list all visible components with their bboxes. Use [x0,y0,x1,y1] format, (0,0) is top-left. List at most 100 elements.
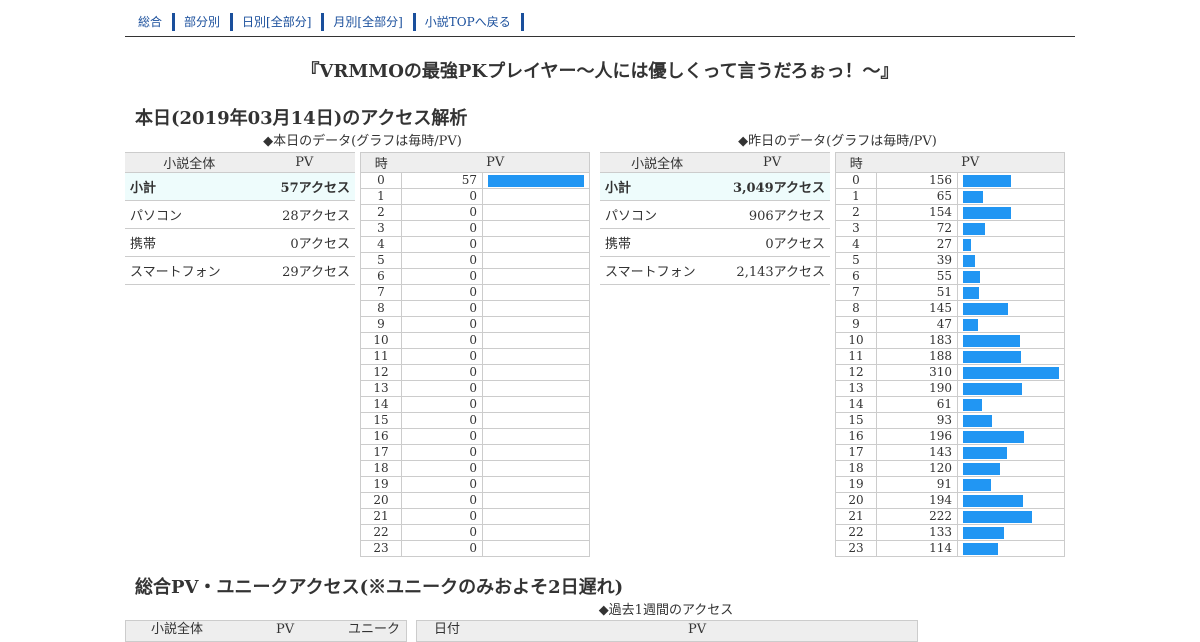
hour-bar-cell [482,236,590,253]
hour-bar [963,270,980,283]
hour-pv-value: 27 [876,236,958,253]
summary-label: スマートフォン [600,256,715,285]
hour-label: 0 [835,172,877,189]
hour-row: 22 0 [360,524,590,541]
hour-pv-value: 120 [876,460,958,477]
hour-label: 9 [360,316,402,333]
week-header-pv: PV [688,622,707,637]
hour-bar-cell [482,412,590,429]
summary-value: 29アクセス [253,256,355,285]
hour-bar [963,478,991,491]
hour-bar-cell [482,220,590,237]
hour-bar-cell [482,380,590,397]
hour-pv-value: 0 [401,332,483,349]
week-header-date: 日付 [434,622,461,637]
hour-pv-value: 0 [401,540,483,557]
hour-bar [963,302,1008,315]
nav-daily-all[interactable]: 日別[全部分] [233,13,325,31]
summary-label: 携帯 [125,228,254,257]
hour-bar-cell [957,268,1065,285]
summary-value: 3,049アクセス [714,172,830,201]
hour-bar [963,510,1032,523]
summary-row: 小計 57アクセス [125,172,355,201]
hour-bar-cell [482,460,590,477]
hour-pv-value: 0 [401,492,483,509]
hour-row: 7 51 [835,284,1065,301]
hour-label: 11 [360,348,402,365]
hour-bar-cell [957,348,1065,365]
hour-label: 4 [360,236,402,253]
hour-row: 15 0 [360,412,590,429]
hour-row: 6 55 [835,268,1065,285]
hour-bar-cell [482,172,590,189]
summary-row: 携帯 0アクセス [125,228,355,257]
hour-pv-value: 310 [876,364,958,381]
hour-row: 17 0 [360,444,590,461]
hour-bar [963,462,1000,475]
hour-row: 12 310 [835,364,1065,381]
hour-bar-cell [957,396,1065,413]
hour-bar-cell [482,316,590,333]
hour-bar [963,398,982,411]
hour-row: 14 0 [360,396,590,413]
hour-label: 3 [835,220,877,237]
nav-overall[interactable]: 総合 [129,13,176,31]
hour-label: 8 [360,300,402,317]
hour-row: 60 [360,268,590,285]
hour-pv-value: 51 [876,284,958,301]
hour-label: 14 [835,396,877,413]
hour-pv-value: 114 [876,540,958,557]
hour-pv-value: 194 [876,492,958,509]
hour-bar [963,334,1020,347]
hour-label: 20 [360,492,402,509]
total-header-unique: ユニーク [348,622,401,637]
hour-row: 70 [360,284,590,301]
hour-bar-cell [482,348,590,365]
hour-label: 13 [360,380,402,397]
hour-row: 13 0 [360,380,590,397]
hour-pv-value: 0 [401,524,483,541]
hour-pv-value: 91 [876,476,958,493]
summary-row: スマートフォン 2,143アクセス [600,256,830,285]
nav-back-to-novel-top[interactable]: 小説TOPへ戻る [416,13,524,31]
summary-label: 携帯 [600,228,715,257]
hour-bar-cell [482,508,590,525]
hour-label: 16 [360,428,402,445]
today-section-heading: 本日(2019年03月14日)のアクセス解析 [135,108,468,129]
hour-row: 17 143 [835,444,1065,461]
hour-bar-cell [482,364,590,381]
hour-label: 10 [835,332,877,349]
total-summary-header: 小説全体 PV ユニーク [125,620,407,642]
hour-pv-value: 0 [401,204,483,221]
hour-pv-value: 0 [401,428,483,445]
summary-value: 57アクセス [253,172,355,201]
nav-monthly-all[interactable]: 月別[全部分] [324,13,416,31]
nav-by-part[interactable]: 部分別 [175,13,234,31]
hour-label: 5 [835,252,877,269]
hour-pv-value: 0 [401,412,483,429]
hour-row: 10 183 [835,332,1065,349]
hour-pv-value: 0 [401,444,483,461]
hour-label: 23 [835,540,877,557]
hour-row: 40 [360,236,590,253]
hour-row: 21 0 [360,508,590,525]
access-analysis-page: 総合 部分別 日別[全部分] 月別[全部分] 小説TOPへ戻る 『VRMMOの最強PKプ… [125,0,1075,642]
hour-pv-value: 0 [401,300,483,317]
hour-bar-cell [957,508,1065,525]
hour-row: 19 91 [835,476,1065,493]
yesterday-caption: ◆昨日のデータ(グラフは毎時/PV) [738,134,937,149]
hour-bar-cell [957,252,1065,269]
hour-label: 10 [360,332,402,349]
hour-bar [963,526,1004,539]
hour-bar [963,238,971,251]
hour-bar-cell [957,316,1065,333]
hour-label: 21 [835,508,877,525]
hour-row: 20 194 [835,492,1065,509]
hour-label: 2 [360,204,402,221]
hour-row: 23 114 [835,540,1065,557]
hour-row: 90 [360,316,590,333]
hour-bar-cell [957,204,1065,221]
summary-label: 小計 [125,172,254,201]
hour-label: 12 [835,364,877,381]
hour-label: 7 [835,284,877,301]
